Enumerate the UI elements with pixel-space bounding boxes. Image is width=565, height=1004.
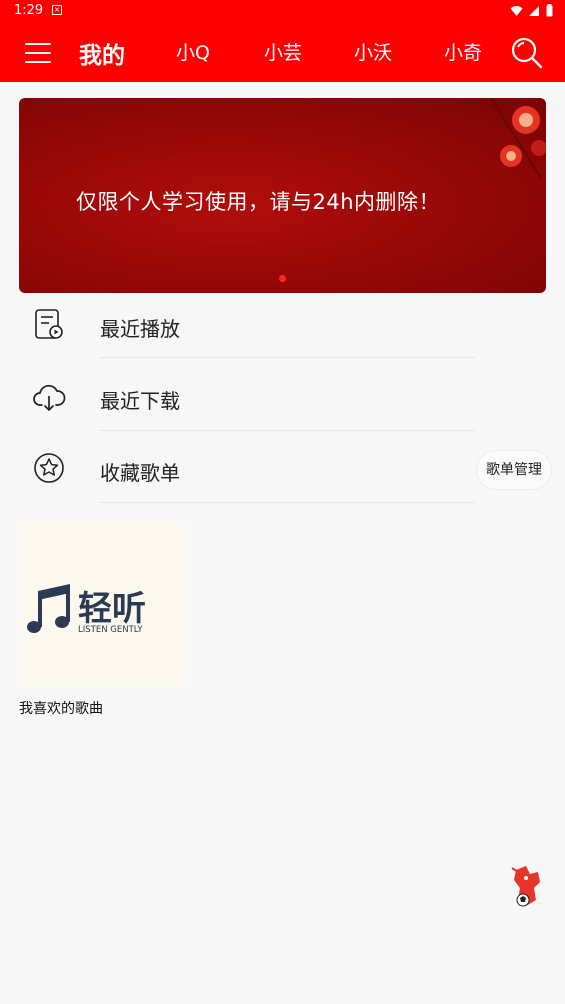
- search-button[interactable]: [510, 36, 544, 70]
- star-icon: [34, 453, 64, 483]
- search-icon: [511, 37, 543, 69]
- playlist-cover[interactable]: 轻听 LISTEN GENTLY: [19, 521, 185, 687]
- listen-gently-logo: 轻听 LISTEN GENTLY: [19, 521, 185, 687]
- recent-download-label: 最近下载: [100, 389, 180, 413]
- divider: [100, 430, 475, 431]
- plum-blossom-decoration: [490, 98, 546, 179]
- download-cloud-icon: [33, 384, 66, 411]
- recent-play-label: 最近播放: [100, 317, 180, 341]
- tab-xiao-yun[interactable]: 小芸: [264, 38, 302, 65]
- banner-page-indicator: [279, 275, 286, 282]
- menu-button[interactable]: [22, 38, 52, 68]
- tab-mine[interactable]: 我的: [79, 36, 125, 70]
- banner[interactable]: 仅限个人学习使用，请与24h内删除！: [19, 98, 546, 293]
- status-bar: 1:29 ✕: [0, 0, 565, 24]
- playlist-name[interactable]: 我喜欢的歌曲: [19, 698, 103, 718]
- cover-subtitle-text: LISTEN GENTLY: [78, 625, 143, 635]
- notification-icon: ✕: [52, 5, 62, 15]
- tab-xiao-wo[interactable]: 小沃: [354, 38, 392, 65]
- mascot-floating-icon[interactable]: [508, 862, 548, 910]
- recent-play-item[interactable]: 最近播放: [0, 289, 565, 361]
- divider: [100, 502, 475, 503]
- wifi-icon: [510, 5, 523, 16]
- recent-play-icon: [35, 309, 63, 339]
- tab-xiao-q[interactable]: 小Q: [176, 38, 210, 65]
- signal-icon: [529, 5, 539, 16]
- status-time: 1:29: [14, 3, 44, 18]
- battery-icon: [546, 4, 553, 17]
- tab-xiao-qi[interactable]: 小奇: [444, 38, 482, 65]
- manage-playlists-button[interactable]: 歌单管理: [476, 450, 552, 490]
- status-icons: [510, 4, 553, 17]
- recent-download-item[interactable]: 最近下载: [0, 361, 565, 433]
- banner-text: 仅限个人学习使用，请与24h内删除！: [76, 190, 441, 214]
- favorite-playlists-label: 收藏歌单: [100, 461, 180, 485]
- app-bar: 我的 小Q 小芸 小沃 小奇: [0, 24, 565, 82]
- cover-brand-text: 轻听: [78, 589, 146, 629]
- divider: [100, 357, 475, 358]
